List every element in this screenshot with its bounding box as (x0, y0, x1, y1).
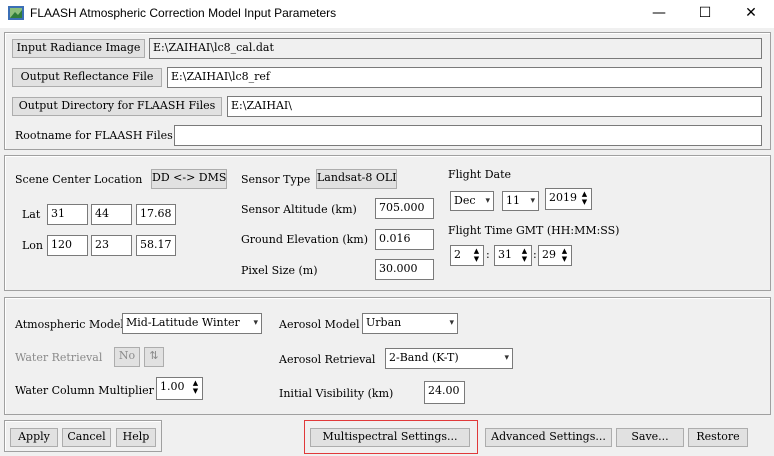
lat-degrees[interactable]: 31 (47, 204, 88, 225)
minute-spinner[interactable]: 31 ▲ ▼ (494, 245, 532, 266)
chevron-down-icon: ▾ (504, 353, 509, 363)
minute-value: 31 (498, 248, 512, 261)
spin-arrows-icon[interactable]: ▲ ▼ (579, 190, 590, 207)
hour-value: 2 (454, 248, 461, 261)
close-button[interactable]: ✕ (728, 0, 774, 28)
chevron-down-icon: ▾ (449, 318, 454, 328)
hour-spinner[interactable]: 2 ▲ ▼ (450, 245, 484, 266)
atmospheric-model-label: Atmospheric Model (15, 318, 124, 331)
lat-seconds[interactable]: 17.68 (136, 204, 176, 225)
flight-date-label: Flight Date (448, 168, 512, 181)
initial-visibility-field[interactable]: 24.00 (424, 381, 465, 404)
cancel-button[interactable]: Cancel (62, 428, 111, 447)
lon-degrees[interactable]: 120 (47, 235, 88, 256)
time-separator: : (533, 248, 537, 261)
ground-elevation-label: Ground Elevation (km) (241, 233, 369, 246)
input-radiance-button[interactable]: Input Radiance Image (12, 39, 145, 58)
year-value: 2019 (549, 191, 577, 204)
water-column-label: Water Column Multiplier (15, 384, 154, 397)
water-retrieval-value: No (114, 347, 140, 367)
atmospheric-model-value: Mid-Latitude Winter (126, 316, 240, 329)
time-separator: : (486, 248, 490, 261)
day-value: 11 (506, 194, 520, 207)
maximize-button[interactable]: ☐ (682, 0, 728, 28)
chevron-down-icon: ▾ (253, 318, 258, 328)
water-retrieval-label: Water Retrieval (15, 351, 103, 364)
initial-visibility-label: Initial Visibility (km) (279, 387, 394, 400)
lon-label: Lon (22, 239, 44, 252)
minimize-button[interactable]: — (636, 0, 682, 28)
output-reflectance-button[interactable]: Output Reflectance File (12, 68, 162, 87)
dd-dms-button[interactable]: DD <-> DMS (151, 169, 227, 189)
toggle-icon: ⇅ (144, 347, 164, 367)
month-dropdown[interactable]: Dec ▾ (450, 191, 494, 211)
aerosol-model-dropdown[interactable]: Urban ▾ (362, 313, 458, 334)
aerosol-model-label: Aerosol Model (279, 318, 360, 331)
aerosol-model-value: Urban (366, 316, 402, 329)
chevron-down-icon: ▾ (530, 196, 535, 206)
restore-button[interactable]: Restore (688, 428, 748, 447)
app-icon (8, 6, 24, 20)
lat-minutes[interactable]: 44 (91, 204, 132, 225)
spin-arrows-icon[interactable]: ▲ ▼ (559, 247, 570, 264)
output-reflectance-field[interactable]: E:\ZAIHAI\lc8_ref (167, 67, 762, 88)
sensor-type-button[interactable]: Landsat-8 OLI (316, 169, 397, 189)
help-button[interactable]: Help (116, 428, 156, 447)
output-directory-button[interactable]: Output Directory for FLAASH Files (12, 97, 222, 116)
rootname-field[interactable] (174, 125, 762, 146)
water-column-value: 1.00 (160, 380, 185, 393)
output-directory-field[interactable]: E:\ZAIHAI\ (227, 96, 762, 117)
spin-arrows-icon[interactable]: ▲ ▼ (519, 247, 530, 264)
multispectral-settings-button[interactable]: Multispectral Settings... (310, 428, 470, 447)
aerosol-retrieval-dropdown[interactable]: 2-Band (K-T) ▾ (385, 348, 513, 369)
apply-button[interactable]: Apply (10, 428, 58, 447)
pixel-size-label: Pixel Size (m) (241, 264, 318, 277)
sensor-altitude-label: Sensor Altitude (km) (241, 203, 357, 216)
save-button[interactable]: Save... (616, 428, 684, 447)
spin-arrows-icon[interactable]: ▲ ▼ (471, 247, 482, 264)
spin-arrows-icon[interactable]: ▲ ▼ (190, 379, 201, 396)
year-spinner[interactable]: 2019 ▲ ▼ (545, 188, 592, 210)
lon-seconds[interactable]: 58.17 (136, 235, 176, 256)
ground-elevation-field[interactable]: 0.016 (375, 229, 434, 250)
atmospheric-model-dropdown[interactable]: Mid-Latitude Winter ▾ (122, 313, 262, 334)
aerosol-retrieval-label: Aerosol Retrieval (279, 353, 376, 366)
lat-label: Lat (22, 208, 41, 221)
rootname-label: Rootname for FLAASH Files (15, 129, 173, 142)
flight-time-label: Flight Time GMT (HH:MM:SS) (448, 224, 620, 237)
sensor-altitude-field[interactable]: 705.000 (375, 198, 434, 219)
second-value: 29 (542, 248, 556, 261)
pixel-size-field[interactable]: 30.000 (375, 259, 434, 280)
input-radiance-field[interactable]: E:\ZAIHAI\lc8_cal.dat (149, 38, 762, 59)
window-title: FLAASH Atmospheric Correction Model Inpu… (30, 6, 337, 20)
scene-center-label: Scene Center Location (15, 173, 143, 186)
sensor-type-label: Sensor Type (241, 173, 311, 186)
day-dropdown[interactable]: 11 ▾ (502, 191, 539, 211)
second-spinner[interactable]: 29 ▲ ▼ (538, 245, 572, 266)
chevron-down-icon: ▾ (485, 196, 490, 206)
lon-minutes[interactable]: 23 (91, 235, 132, 256)
aerosol-retrieval-value: 2-Band (K-T) (389, 351, 459, 364)
water-column-spinner[interactable]: 1.00 ▲ ▼ (156, 377, 203, 400)
advanced-settings-button[interactable]: Advanced Settings... (485, 428, 612, 447)
month-value: Dec (454, 194, 476, 207)
